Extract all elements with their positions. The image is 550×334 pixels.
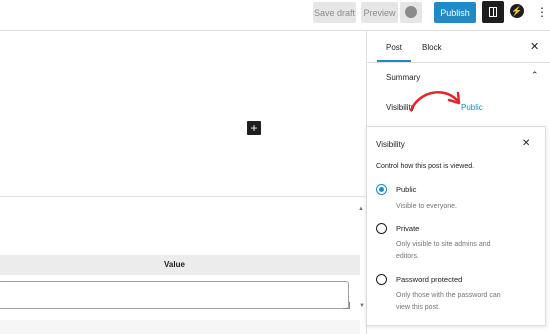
option-help-private-line-2: editors. bbox=[396, 253, 419, 260]
option-label-private[interactable]: Private bbox=[396, 224, 419, 233]
popover-title: Visibility bbox=[376, 140, 405, 149]
tabs-divider bbox=[367, 62, 550, 63]
bolt-icon[interactable]: ⚡ bbox=[510, 4, 524, 18]
tab-block[interactable]: Block bbox=[422, 43, 442, 52]
add-block-button[interactable]: + bbox=[247, 121, 261, 135]
options-menu-icon[interactable]: ⋮ bbox=[536, 3, 548, 21]
value-column-header: Value bbox=[164, 260, 185, 269]
radio-public[interactable] bbox=[376, 184, 387, 195]
summary-panel-title[interactable]: Summary bbox=[386, 73, 420, 82]
sidebar-panel-icon-divider bbox=[493, 7, 494, 17]
close-icon[interactable]: ✕ bbox=[522, 138, 530, 149]
option-help-password-line-1: Only those with the password can bbox=[396, 292, 501, 299]
radio-password-protected[interactable] bbox=[376, 274, 387, 285]
scroll-down-icon[interactable]: ▼ bbox=[359, 303, 365, 309]
collapse-arrow-icon[interactable]: ▲ bbox=[358, 206, 364, 212]
tab-post[interactable]: Post bbox=[386, 43, 402, 52]
meta-table-footer bbox=[0, 320, 360, 334]
save-draft-button[interactable]: Save draft bbox=[313, 2, 356, 23]
textarea-resize-handle[interactable] bbox=[343, 302, 350, 309]
option-help-password-line-2: view this post. bbox=[396, 304, 440, 311]
close-icon[interactable]: ✕ bbox=[530, 40, 539, 53]
preview-device-button[interactable] bbox=[400, 2, 422, 23]
settings-toggle-button[interactable] bbox=[482, 1, 504, 23]
value-textarea[interactable] bbox=[0, 281, 349, 309]
external-preview-icon bbox=[405, 6, 417, 18]
option-label-public[interactable]: Public bbox=[396, 185, 416, 194]
meta-box-divider bbox=[0, 196, 365, 197]
radio-private[interactable] bbox=[376, 223, 387, 234]
annotation-arrow-icon bbox=[409, 91, 461, 112]
preview-button[interactable]: Preview bbox=[361, 2, 398, 23]
option-help-public: Visible to everyone. bbox=[396, 203, 457, 210]
option-help-private-line-1: Only visible to site admins and bbox=[396, 241, 491, 248]
option-label-password-protected[interactable]: Password protected bbox=[396, 275, 462, 284]
popover-description: Control how this post is viewed. bbox=[376, 163, 475, 170]
chevron-up-icon[interactable]: ⌃ bbox=[531, 70, 539, 81]
publish-button[interactable]: Publish bbox=[434, 2, 476, 23]
